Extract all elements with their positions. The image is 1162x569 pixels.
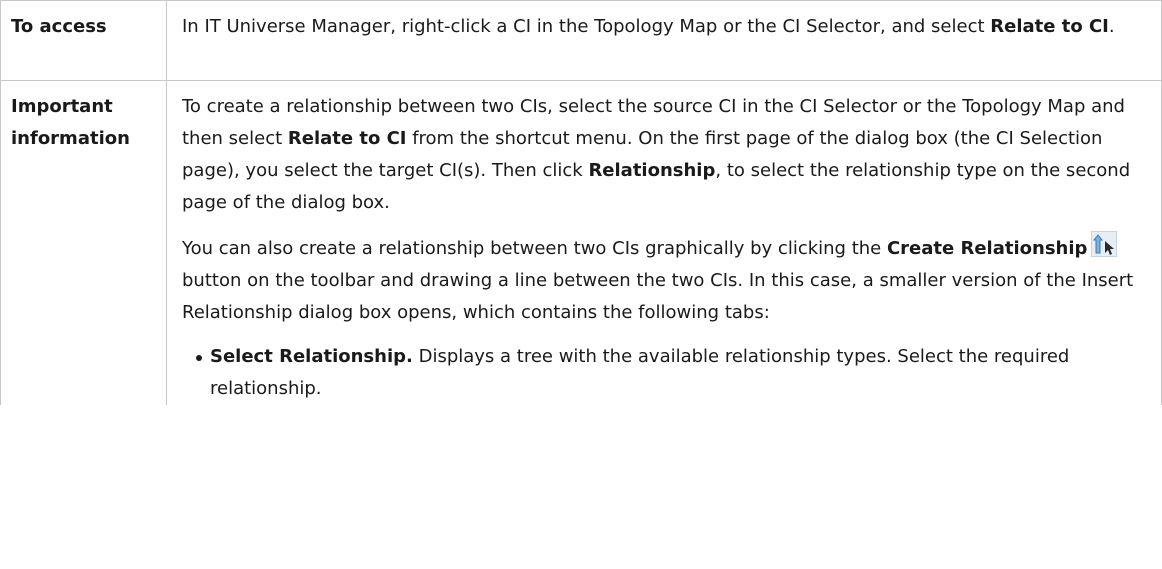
- create-relationship-icon: [1091, 231, 1118, 257]
- list-item: Select Relationship. Displays a tree wit…: [196, 341, 1147, 405]
- bold-term: Create Relationship: [886, 238, 1088, 259]
- row-label-important-information: Important information: [0, 80, 167, 405]
- row-label-to-access: To access: [0, 0, 167, 81]
- text: .: [1108, 16, 1115, 37]
- text: button on the toolbar and drawing a line…: [182, 270, 1134, 323]
- bold-term: Relationship: [588, 160, 716, 181]
- tabs-list: Select Relationship. Displays a tree wit…: [182, 341, 1147, 405]
- table-row: Important information To create a relati…: [0, 80, 1162, 405]
- row-content-important-information: To create a relationship between two CIs…: [166, 80, 1162, 405]
- bold-term: Select Relationship.: [210, 346, 413, 367]
- paragraph: You can also create a relationship betwe…: [182, 231, 1147, 329]
- text: In IT Universe Manager, right-click a CI…: [182, 16, 991, 37]
- row-content-to-access: In IT Universe Manager, right-click a CI…: [166, 0, 1162, 81]
- paragraph: To create a relationship between two CIs…: [182, 91, 1147, 219]
- bold-term: Relate to CI: [990, 16, 1109, 37]
- text: You can also create a relationship betwe…: [182, 238, 887, 259]
- table-row: To access In IT Universe Manager, right-…: [0, 0, 1162, 81]
- info-table: To access In IT Universe Manager, right-…: [0, 0, 1162, 405]
- bold-term: Relate to CI: [287, 128, 407, 149]
